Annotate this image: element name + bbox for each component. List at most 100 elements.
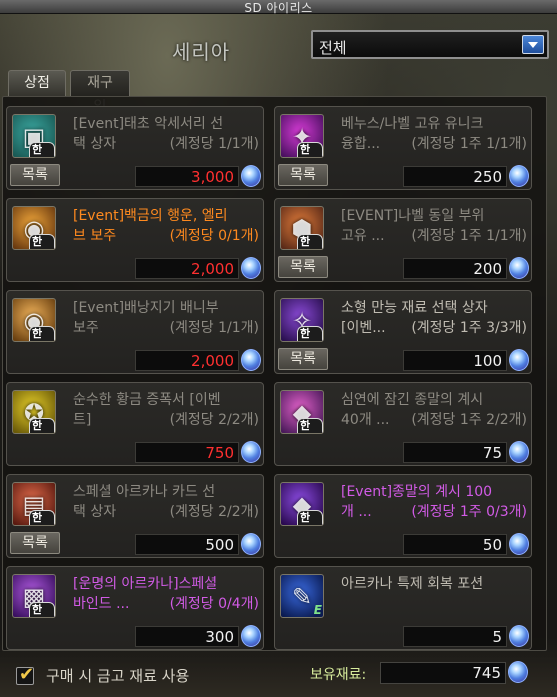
purchase-limit: (계정당 2/2개) xyxy=(169,412,259,428)
purchase-limit: (계정당 1/1개) xyxy=(169,320,259,336)
item-name-line2: 고유 ... (계정당 1주 1/1개) xyxy=(341,226,527,246)
limited-badge: 한정 xyxy=(29,142,55,157)
item-name-continued: [이벤... xyxy=(341,320,386,336)
item-name: [Event]백금의 행운, 엘리 xyxy=(73,208,228,224)
item-name: [Event]종말의 계시 100 xyxy=(341,484,493,500)
npc-name: 세리아 xyxy=(172,40,231,64)
item-price: 2,000 xyxy=(191,352,234,370)
shop-item[interactable]: ⬢한정 [EVENT]나벨 동일 부위고유 ... (계정당 1주 1/1개) 목록 2… xyxy=(274,198,532,282)
item-name-continued: 트] xyxy=(73,412,92,428)
shop-item[interactable]: ▤한정 스페셜 아르카나 카드 선택 상자 (계정당 2/2개) 목록 500 xyxy=(6,474,264,558)
use-vault-material-label: 구매 시 금고 재료 사용 xyxy=(46,667,190,685)
item-name-continued: 개 ... xyxy=(341,504,372,520)
purchase-limit: (계정당 0/4개) xyxy=(169,596,259,612)
price-box: 50 xyxy=(403,534,507,555)
item-grade-badge: E xyxy=(313,603,322,617)
limited-badge: 한정 xyxy=(297,326,323,341)
currency-icon xyxy=(509,441,529,463)
box-icon[interactable]: ▣한정 xyxy=(12,114,56,158)
price-box: 500 xyxy=(135,534,239,555)
purchase-limit: (계정당 1주 1/1개) xyxy=(411,136,527,152)
currency-icon xyxy=(241,257,261,279)
currency-icon xyxy=(241,533,261,555)
tab-repurchase[interactable]: 재구입 xyxy=(70,70,130,115)
item-list-button[interactable]: 목록 xyxy=(278,256,328,278)
gem-icon[interactable]: ◆한정 xyxy=(280,390,324,434)
purchase-limit: (계정당 1주 3/3개) xyxy=(411,320,527,336)
price-box: 750 xyxy=(135,442,239,463)
chevron-down-icon[interactable] xyxy=(522,35,544,54)
item-list-button[interactable]: 목록 xyxy=(278,164,328,186)
currency-icon xyxy=(509,349,529,371)
material-icon[interactable]: ✧한정 xyxy=(280,298,324,342)
item-name-line2: 택 상자 (계정당 2/2개) xyxy=(73,502,259,522)
category-filter-dropdown[interactable]: 전체 xyxy=(311,30,549,59)
currency-icon xyxy=(241,441,261,463)
armor-icon[interactable]: ⬢한정 xyxy=(280,206,324,250)
item-list-button[interactable]: 목록 xyxy=(278,348,328,370)
limited-badge: 한정 xyxy=(29,326,55,341)
price-box: 3,000 xyxy=(135,166,239,187)
scroll-icon[interactable]: ✪한정 xyxy=(12,390,56,434)
currency-icon xyxy=(509,625,529,647)
purchase-limit: (계정당 1주 0/3개) xyxy=(411,504,527,520)
shop-item[interactable]: ✦한정 베누스/나벨 고유 유니크융합... (계정당 1주 1/1개) 목록 250 xyxy=(274,106,532,190)
shop-item[interactable]: ✧한정 소형 만능 재료 선택 상자 [이벤... (계정당 1주 3/3개) 목록 10… xyxy=(274,290,532,374)
limited-badge: 한정 xyxy=(29,510,55,525)
purchase-limit: (계정당 1주 2/2개) xyxy=(411,412,527,428)
item-name-continued: 보주 xyxy=(73,320,99,336)
price-box: 2,000 xyxy=(135,258,239,279)
orb-icon[interactable]: ◉한정 xyxy=(12,298,56,342)
purchase-limit: (계정당 1주 1/1개) xyxy=(411,228,527,244)
item-price: 50 xyxy=(482,536,502,554)
currency-icon xyxy=(241,349,261,371)
shop-item[interactable]: ◉한정 [Event]백금의 행운, 엘리브 보주 (계정당 0/1개) 2,000 xyxy=(6,198,264,282)
use-vault-material-checkbox[interactable]: ✔ xyxy=(16,664,34,685)
item-price: 500 xyxy=(205,536,234,554)
item-name-line2: 트] (계정당 2/2개) xyxy=(73,410,259,430)
potion-icon[interactable]: ✎ E xyxy=(280,574,324,618)
limited-badge: 한정 xyxy=(29,418,55,433)
item-name: 베누스/나벨 고유 유니크 xyxy=(341,116,484,132)
item-name: [Event]태초 악세서리 선 xyxy=(73,116,224,132)
shop-item[interactable]: ◉한정 [Event]배낭지기 배니부보주 (계정당 1/1개) 2,000 xyxy=(6,290,264,374)
item-name-line2: 바인드 ... (계정당 0/4개) xyxy=(73,594,259,614)
item-price: 250 xyxy=(473,168,502,186)
orb-icon[interactable]: ◉한정 xyxy=(12,206,56,250)
item-name-continued: 브 보주 xyxy=(73,228,117,244)
item-name-line2: 보주 (계정당 1/1개) xyxy=(73,318,259,338)
purchase-limit: (계정당 0/1개) xyxy=(169,228,259,244)
item-price: 2,000 xyxy=(191,260,234,278)
balance-box: 745 xyxy=(380,662,506,684)
item-name-continued: 택 상자 xyxy=(73,504,117,520)
shop-item[interactable]: ▩한정 [운명의 아르카나]스페셜바인드 ... (계정당 0/4개) 300 xyxy=(6,566,264,650)
filter-selected-value: 전체 xyxy=(319,39,347,57)
item-list-button[interactable]: 목록 xyxy=(10,164,60,186)
item-name: 아르카나 특제 회복 포션 xyxy=(341,576,484,592)
currency-icon xyxy=(509,257,529,279)
currency-icon xyxy=(508,661,528,683)
item-name-line2: 개 ... (계정당 1주 0/3개) xyxy=(341,502,527,522)
tab-shop[interactable]: 상점 xyxy=(8,70,66,96)
chest-icon[interactable]: ▩한정 xyxy=(12,574,56,618)
currency-icon xyxy=(241,165,261,187)
shop-item[interactable]: ◆한정 [Event]종말의 계시 100 개 ... (계정당 1주 0/3개) 50 xyxy=(274,474,532,558)
shop-item[interactable]: ✎ E 아르카나 특제 회복 포션 5 xyxy=(274,566,532,650)
item-name: 소형 만능 재료 선택 상자 xyxy=(341,300,488,316)
shop-item[interactable]: ✪한정 순수한 황금 증폭서 [이벤트] (계정당 2/2개) 750 xyxy=(6,382,264,466)
shop-item[interactable]: ▣한정 [Event]태초 악세서리 선택 상자 (계정당 1/1개) 목록 3,000 xyxy=(6,106,264,190)
item-name-line2: 융합... (계정당 1주 1/1개) xyxy=(341,134,527,154)
gem-icon[interactable]: ◆한정 xyxy=(280,482,324,526)
limited-badge: 한정 xyxy=(29,602,55,617)
card-icon[interactable]: ▤한정 xyxy=(12,482,56,526)
item-price: 300 xyxy=(205,628,234,646)
window-title-bar[interactable]: SD 아이리스 xyxy=(0,0,557,15)
item-list-button[interactable]: 목록 xyxy=(10,532,60,554)
shop-item[interactable]: ◆한정 심연에 잠긴 종말의 계시 40개 ... (계정당 1주 2/2개) 75 xyxy=(274,382,532,466)
window-title: SD 아이리스 xyxy=(244,1,313,15)
purchase-limit: (계정당 2/2개) xyxy=(169,504,259,520)
item-name-line2: [이벤... (계정당 1주 3/3개) xyxy=(341,318,527,338)
sword-icon[interactable]: ✦한정 xyxy=(280,114,324,158)
item-name-continued: 40개 ... xyxy=(341,412,390,428)
item-name: 스페셜 아르카나 카드 선 xyxy=(73,484,216,500)
